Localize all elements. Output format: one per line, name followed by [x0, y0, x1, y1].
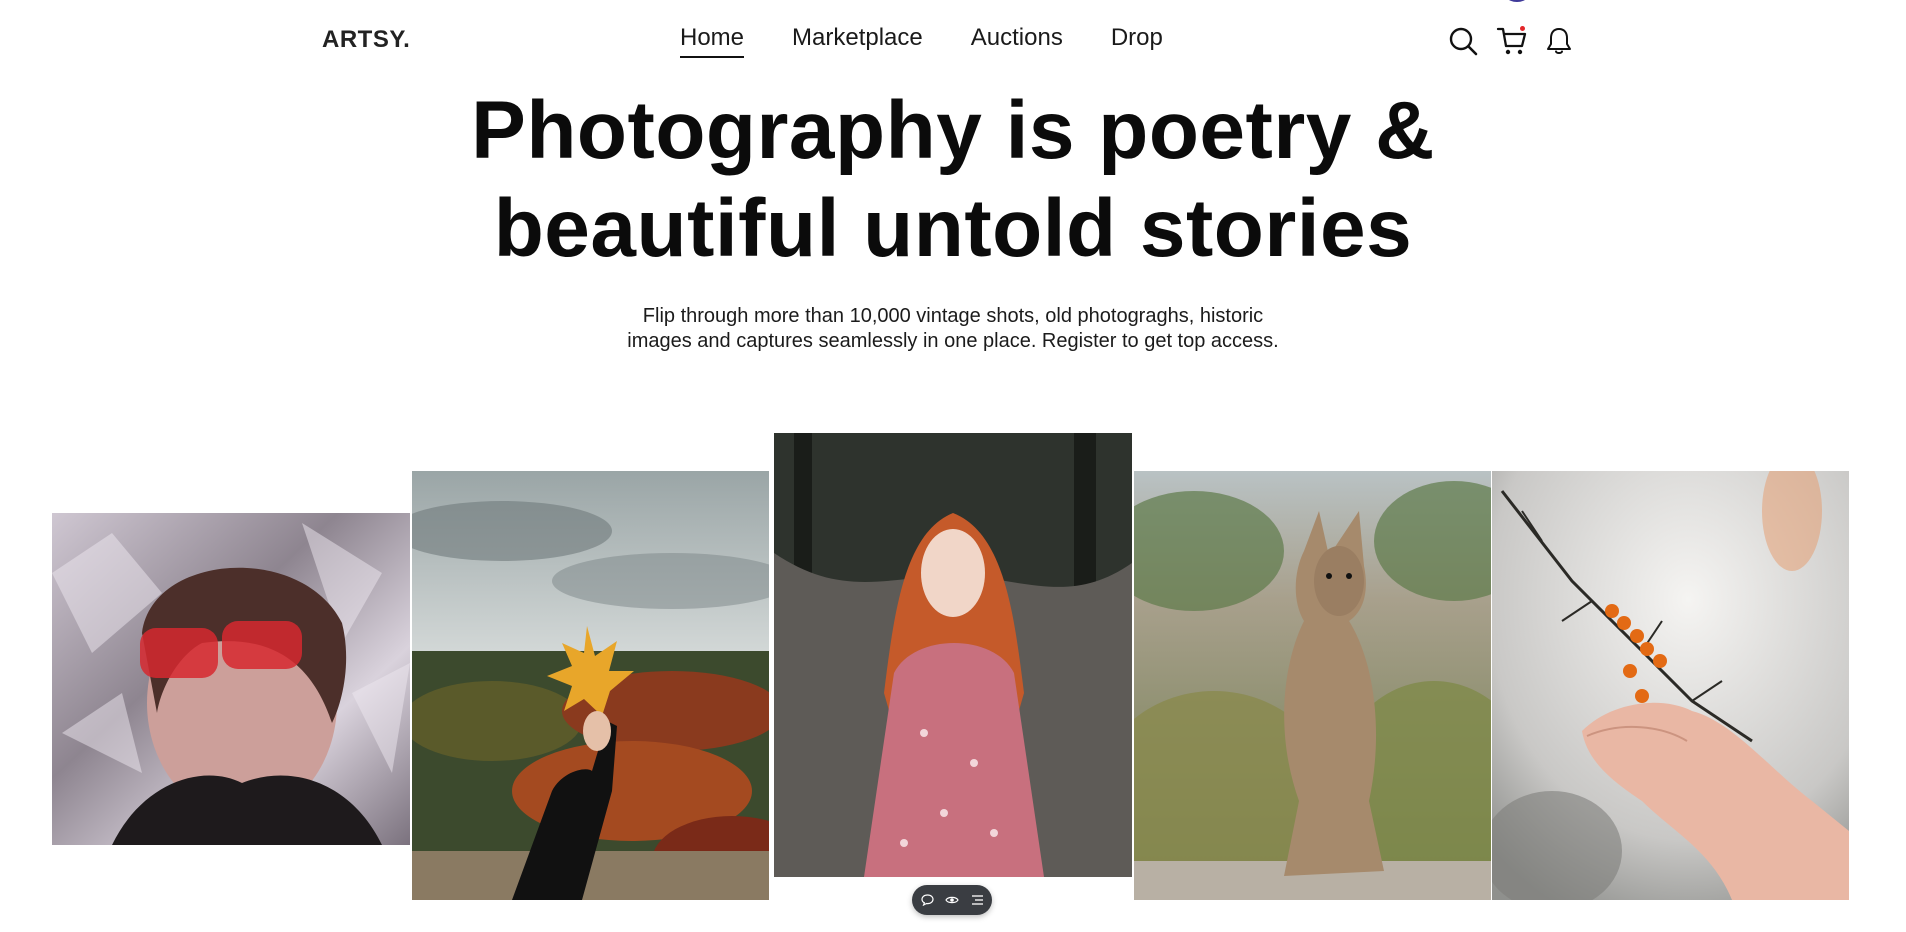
hero-subtitle-line-2: images and captures seamlessly in one pl…: [627, 330, 1279, 352]
hero-title-line-2: beautiful untold stories: [493, 183, 1413, 274]
comment-icon[interactable]: [919, 892, 935, 908]
cart-icon[interactable]: [1495, 24, 1529, 58]
photo-hand-with-berries[interactable]: [1492, 471, 1849, 900]
hero-subtitle-line-1: Flip through more than 10,000 vintage sh…: [642, 305, 1264, 327]
hero-subtitle: Flip through more than 10,000 vintage sh…: [0, 304, 1906, 354]
hero-title-line-1: Photography is poetry &: [471, 85, 1435, 176]
floating-toolbar: [912, 885, 992, 915]
photo-redhead-girl-pink-dress[interactable]: [774, 433, 1132, 877]
nav-item-marketplace[interactable]: Marketplace: [792, 24, 923, 58]
hero-title: Photography is poetry & beautiful untold…: [0, 82, 1906, 278]
nav-item-drop[interactable]: Drop: [1111, 24, 1163, 58]
logo[interactable]: ARTSY.: [322, 26, 410, 54]
eye-icon[interactable]: [944, 892, 960, 908]
photo-boy-red-sunglasses[interactable]: [52, 513, 410, 845]
bell-icon[interactable]: [1542, 24, 1576, 58]
search-icon[interactable]: [1446, 24, 1480, 58]
nav-item-home[interactable]: Home: [680, 24, 745, 58]
cart-notification-dot: [1520, 26, 1525, 31]
photo-hand-holding-maple-leaf[interactable]: [412, 471, 769, 900]
nav-item-auctions[interactable]: Auctions: [971, 24, 1063, 58]
list-icon[interactable]: [969, 892, 985, 908]
photo-kangaroo[interactable]: [1134, 471, 1491, 900]
avatar[interactable]: [1500, 0, 1534, 2]
main-nav: Home Marketplace Auctions Drop: [680, 24, 1163, 58]
